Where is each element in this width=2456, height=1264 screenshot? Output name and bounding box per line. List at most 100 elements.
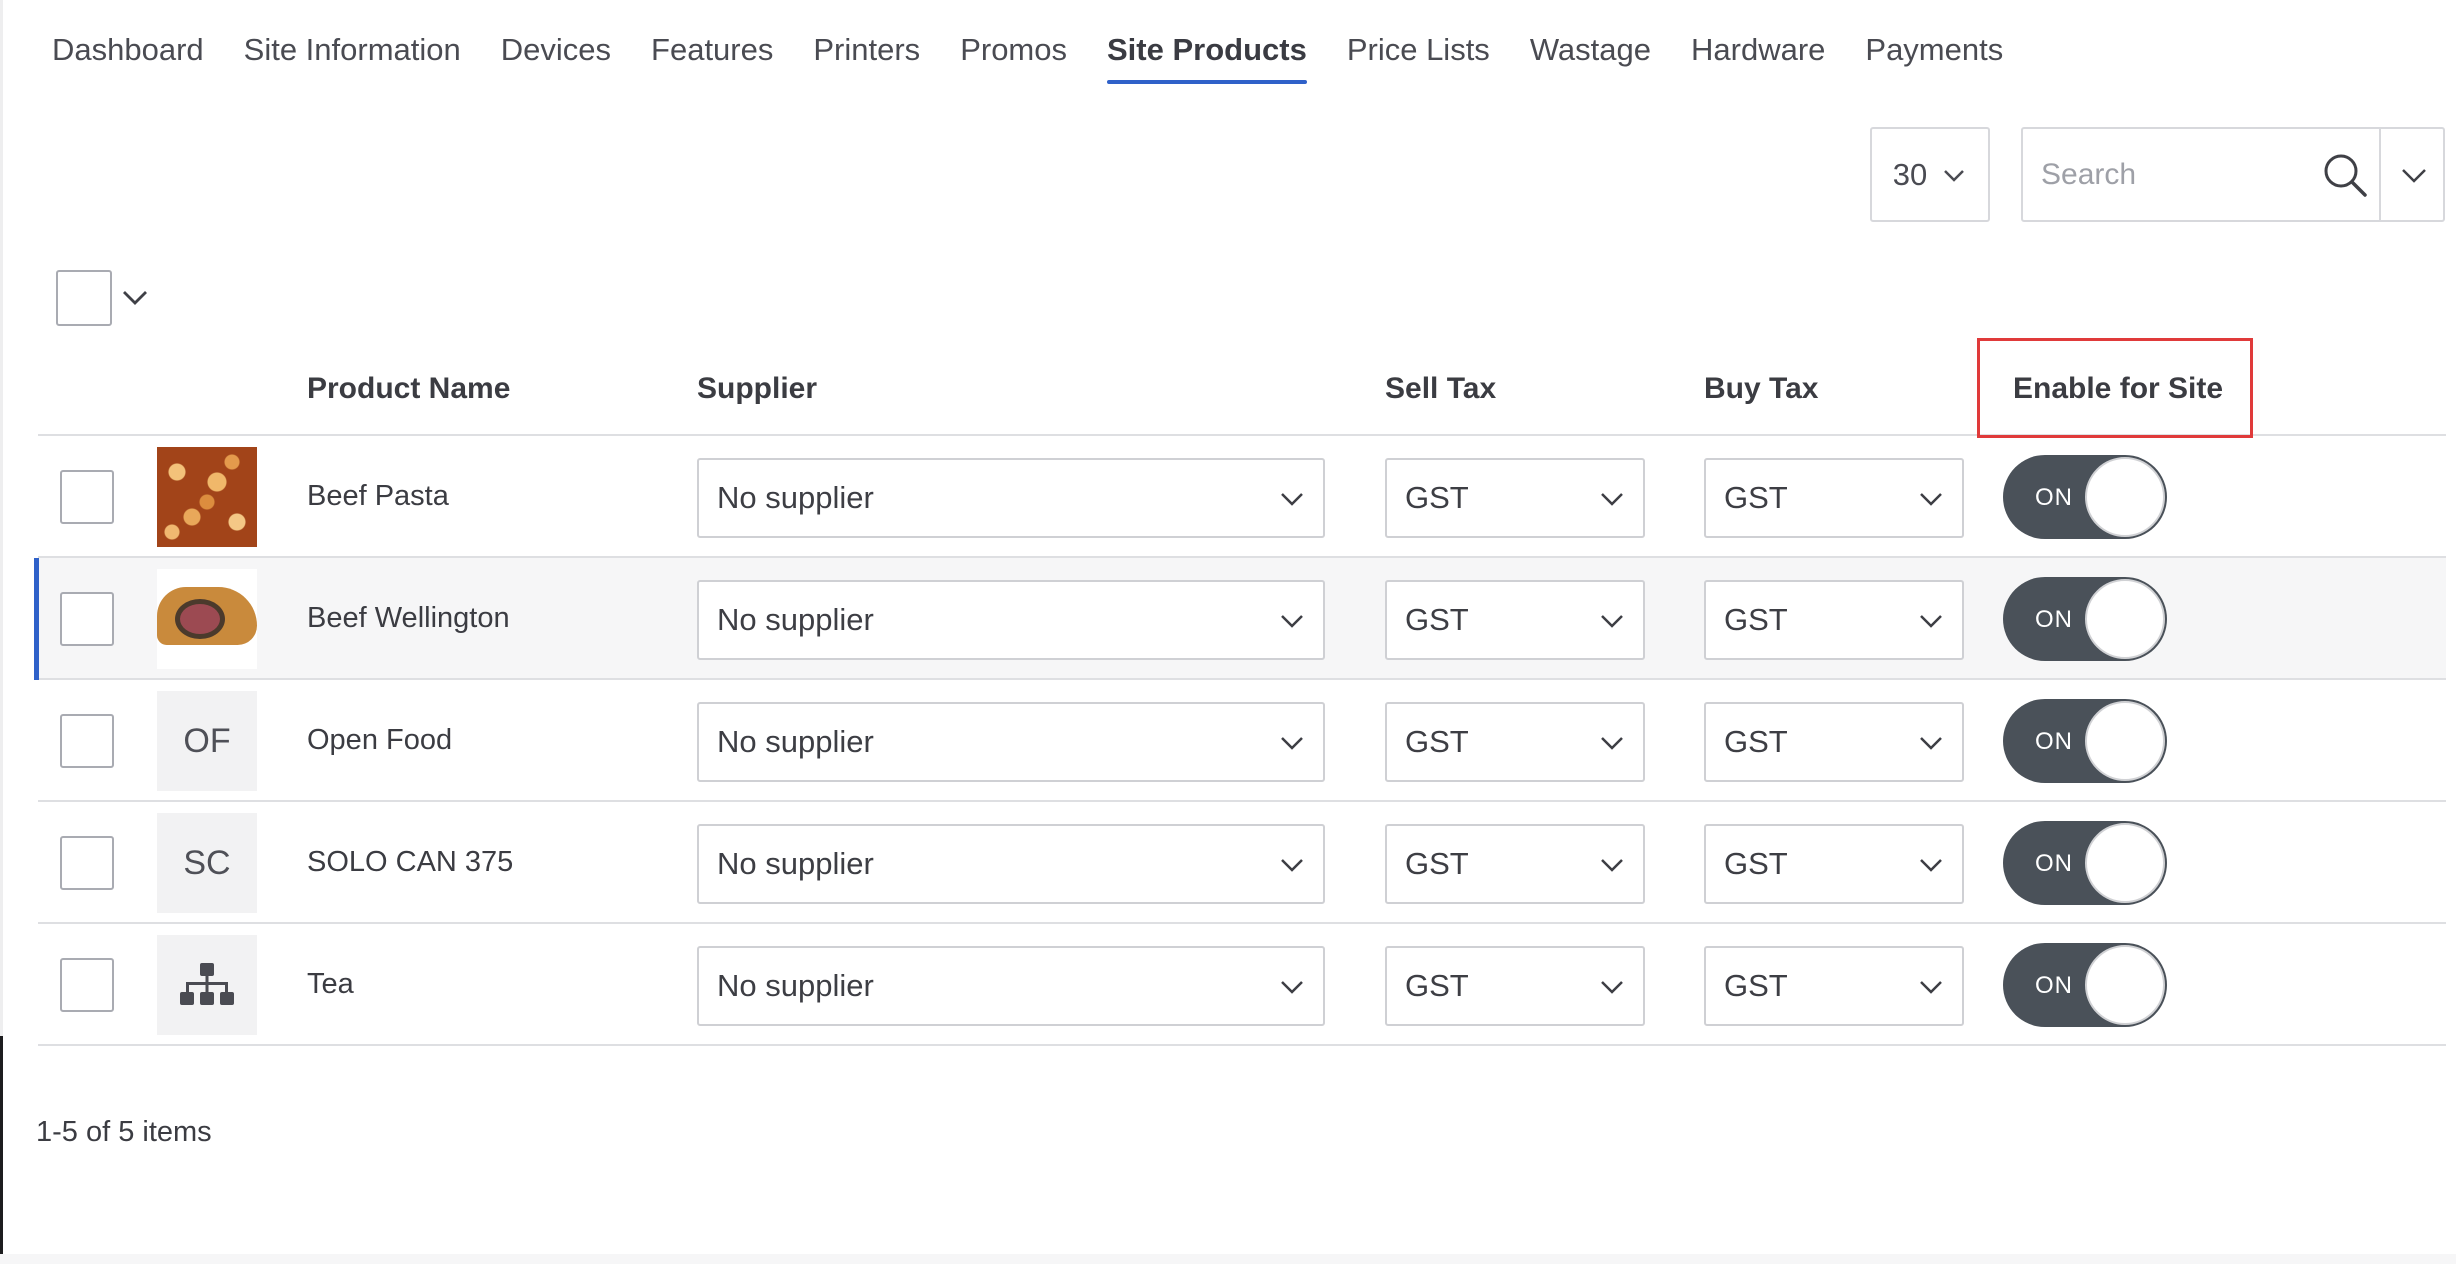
chevron-down-icon <box>1920 859 1942 872</box>
supplier-value: No supplier <box>717 724 874 759</box>
row-checkbox[interactable] <box>60 592 114 646</box>
tab-bar: Dashboard Site Information Devices Featu… <box>52 24 2023 86</box>
product-name[interactable]: Beef Pasta <box>307 480 449 513</box>
sell-tax-select[interactable]: GST <box>1385 458 1645 538</box>
chevron-down-icon <box>1601 737 1623 750</box>
supplier-value: No supplier <box>717 602 874 637</box>
supplier-select[interactable]: No supplier <box>697 702 1325 782</box>
chevron-down-icon <box>1944 169 1965 182</box>
product-name[interactable]: Tea <box>307 968 354 1001</box>
search-box <box>2021 127 2445 222</box>
header-sell-tax[interactable]: Sell Tax <box>1385 372 1496 406</box>
supplier-select[interactable]: No supplier <box>697 580 1325 660</box>
buy-tax-select[interactable]: GST <box>1704 946 1964 1026</box>
buy-tax-select[interactable]: GST <box>1704 702 1964 782</box>
supplier-select[interactable]: No supplier <box>697 824 1325 904</box>
product-thumbnail <box>157 569 257 669</box>
enable-for-site-toggle[interactable]: ON <box>2003 577 2167 661</box>
pagination-count: 1-5 of 5 items <box>36 1116 212 1148</box>
search-input[interactable] <box>2041 157 2321 192</box>
sell-tax-select[interactable]: GST <box>1385 824 1645 904</box>
buy-tax-value: GST <box>1724 846 1788 881</box>
chevron-down-icon <box>1920 737 1942 750</box>
select-all-checkbox[interactable] <box>56 270 112 326</box>
chevron-down-icon <box>1281 493 1303 506</box>
buy-tax-select[interactable]: GST <box>1704 580 1964 660</box>
enable-for-site-toggle[interactable]: ON <box>2003 699 2167 783</box>
tab-features[interactable]: Features <box>631 24 793 86</box>
chevron-down-icon <box>1920 981 1942 994</box>
search-divider <box>2379 129 2381 220</box>
supplier-select[interactable]: No supplier <box>697 458 1325 538</box>
tab-devices[interactable]: Devices <box>481 24 631 86</box>
table-row[interactable]: OF Open Food No supplier GST GST ON <box>38 680 2446 802</box>
header-product-name[interactable]: Product Name <box>307 372 510 406</box>
toggle-knob <box>2085 823 2165 903</box>
beef-wellington-image <box>157 569 257 669</box>
tab-promos[interactable]: Promos <box>940 24 1087 86</box>
buy-tax-select[interactable]: GST <box>1704 458 1964 538</box>
supplier-select[interactable]: No supplier <box>697 946 1325 1026</box>
header-buy-tax[interactable]: Buy Tax <box>1704 372 1818 406</box>
table-row[interactable]: Beef Pasta No supplier GST GST ON <box>38 436 2446 558</box>
product-name[interactable]: Beef Wellington <box>307 602 510 635</box>
sell-tax-select[interactable]: GST <box>1385 580 1645 660</box>
chevron-down-icon <box>1920 493 1942 506</box>
bottom-strip <box>0 1254 2456 1264</box>
chevron-down-icon <box>1281 615 1303 628</box>
row-checkbox[interactable] <box>60 836 114 890</box>
buy-tax-select[interactable]: GST <box>1704 824 1964 904</box>
toggle-knob <box>2085 579 2165 659</box>
toggle-knob <box>2085 945 2165 1025</box>
enable-for-site-toggle[interactable]: ON <box>2003 821 2167 905</box>
toggle-knob <box>2085 701 2165 781</box>
sell-tax-select[interactable]: GST <box>1385 946 1645 1026</box>
chevron-down-icon <box>1281 737 1303 750</box>
chevron-down-icon <box>1281 981 1303 994</box>
tab-hardware[interactable]: Hardware <box>1671 24 1845 86</box>
tab-site-products[interactable]: Site Products <box>1087 24 1327 86</box>
chevron-down-icon <box>1601 615 1623 628</box>
tab-payments[interactable]: Payments <box>1845 24 2023 86</box>
product-name[interactable]: Open Food <box>307 724 452 757</box>
sell-tax-value: GST <box>1405 724 1469 759</box>
buy-tax-value: GST <box>1724 480 1788 515</box>
table-row[interactable]: SC SOLO CAN 375 No supplier GST GST ON <box>38 802 2446 924</box>
search-icon[interactable] <box>2321 151 2369 199</box>
bulk-actions-chevron-icon[interactable] <box>120 282 150 312</box>
chevron-down-icon <box>1601 981 1623 994</box>
tab-printers[interactable]: Printers <box>793 24 940 86</box>
site-products-page: Dashboard Site Information Devices Featu… <box>0 0 2456 1264</box>
supplier-value: No supplier <box>717 480 874 515</box>
supplier-value: No supplier <box>717 968 874 1003</box>
table-row[interactable]: Tea No supplier GST GST ON <box>38 924 2446 1046</box>
sell-tax-select[interactable]: GST <box>1385 702 1645 782</box>
buy-tax-value: GST <box>1724 724 1788 759</box>
product-thumbnail <box>157 935 257 1035</box>
row-checkbox[interactable] <box>60 470 114 524</box>
product-name[interactable]: SOLO CAN 375 <box>307 846 513 879</box>
product-thumbnail <box>157 447 257 547</box>
header-supplier[interactable]: Supplier <box>697 372 817 406</box>
tab-wastage[interactable]: Wastage <box>1510 24 1671 86</box>
beef-pasta-image <box>157 447 257 547</box>
search-options-chevron-icon[interactable] <box>2399 160 2429 190</box>
meat-shape <box>175 599 225 639</box>
enable-for-site-toggle[interactable]: ON <box>2003 943 2167 1027</box>
enable-for-site-toggle[interactable]: ON <box>2003 455 2167 539</box>
buy-tax-value: GST <box>1724 968 1788 1003</box>
tab-dashboard[interactable]: Dashboard <box>52 24 224 86</box>
table-row[interactable]: Beef Wellington No supplier GST GST ON <box>34 558 2446 680</box>
sell-tax-value: GST <box>1405 602 1469 637</box>
header-enable-for-site[interactable]: Enable for Site <box>2013 372 2223 406</box>
tab-price-lists[interactable]: Price Lists <box>1327 24 1510 86</box>
supplier-value: No supplier <box>717 846 874 881</box>
tab-site-information[interactable]: Site Information <box>224 24 481 86</box>
sell-tax-value: GST <box>1405 846 1469 881</box>
page-size-select[interactable]: 30 <box>1870 127 1990 222</box>
row-checkbox[interactable] <box>60 958 114 1012</box>
row-checkbox[interactable] <box>60 714 114 768</box>
products-table: Product Name Supplier Sell Tax Buy Tax E… <box>34 338 2446 1046</box>
toggle-knob <box>2085 457 2165 537</box>
chevron-down-icon <box>1281 859 1303 872</box>
